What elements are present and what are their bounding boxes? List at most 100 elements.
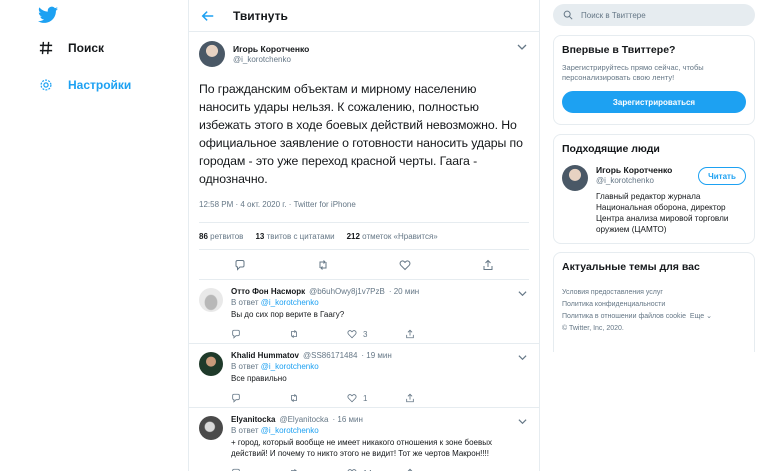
retweets-stat[interactable]: 86 ретвитов [199,232,243,241]
tweet-text: По гражданским объектам и мирному населе… [199,82,523,186]
search-icon [563,10,573,20]
reply-icon [232,329,240,339]
gear-icon [38,77,54,93]
left-nav: Поиск Настройки [0,0,188,471]
quotes-stat[interactable]: 13 твитов с цитатами [255,232,334,241]
signup-button[interactable]: Зарегистрироваться [562,91,746,113]
footer-links: Условия предоставления услуг Политика ко… [562,287,746,335]
reply-to-link[interactable]: @i_korotchenko [261,298,319,307]
reply-text: Все правильно [231,374,287,383]
trends-card: Актуальные темы для вас Условия предоста… [553,252,755,352]
avatar[interactable] [199,288,223,312]
quotes-count: 13 [255,231,265,241]
reply-prefix: В ответ [231,362,259,371]
likes-count: 212 [346,231,360,241]
tweet-stats: 86 ретвитов 13 твитов с цитатами 212 отм… [199,222,529,250]
nav-settings-label: Настройки [68,78,132,92]
reply-text: + город, который вообще не имеет никаког… [231,438,492,458]
footer-link-privacy[interactable]: Политика конфиденциальности [562,299,746,311]
reply-context: В ответ @i_korotchenko [231,361,529,372]
heart-icon [347,330,357,339]
tweet-timestamp[interactable]: 12:58 PM · 4 окт. 2020 г. [199,200,286,209]
follow-button[interactable]: Читать [698,167,746,185]
who-to-follow-title: Подходящие люди [562,143,660,155]
suggested-user[interactable]: Игорь Коротченко @i_korotchenko Главный … [562,165,746,235]
reply-context: В ответ @i_korotchenko [231,425,529,436]
tweet-meta: 12:58 PM · 4 окт. 2020 г. · Twitter for … [199,200,356,209]
like-button[interactable]: 1 [347,393,405,403]
retweet-icon[interactable] [317,259,329,271]
suggested-user-bio: Главный редактор журнала Национальная об… [596,192,729,234]
reply-author-name[interactable]: Отто Фон Насморк [231,286,305,297]
trends-title: Актуальные темы для вас [562,261,700,273]
reply-author-name[interactable]: Elyanitocka [231,414,275,425]
reply-tweet[interactable]: Elyanitocka @Elyanitocka · 16 мин В отве… [189,408,539,471]
share-icon[interactable] [482,259,494,271]
twitter-logo-icon[interactable] [38,6,58,24]
nav-settings[interactable]: Настройки [38,77,131,93]
share-icon [406,393,414,403]
author-handle[interactable]: @i_korotchenko [233,55,309,65]
reply-actions: 3 [231,324,529,344]
reply-button[interactable] [231,329,289,339]
chevron-down-icon[interactable] [518,417,527,426]
who-to-follow-card: Подходящие люди Игорь Коротченко @i_koro… [553,134,755,244]
likes-stat[interactable]: 212 отметок «Нравится» [347,232,438,241]
tweet-source[interactable]: Twitter for iPhone [294,200,356,209]
reply-icon [232,393,240,403]
reply-time[interactable]: · 19 мин [361,350,391,361]
nav-search[interactable]: Поиск [38,40,104,56]
retweet-button[interactable] [289,393,347,403]
retweet-icon [291,329,297,339]
main-tweet: Игорь Коротченко @i_korotchenko По гражд… [189,32,539,280]
heart-icon [347,394,357,403]
avatar[interactable] [199,416,223,440]
nav-search-label: Поиск [68,41,105,55]
chevron-down-icon[interactable] [518,289,527,298]
column-header: Твитнуть [189,0,539,32]
author-name[interactable]: Игорь Коротченко [233,44,309,55]
chevron-down-icon[interactable] [517,42,527,52]
quotes-label: твитов с цитатами [266,231,335,241]
reply-button[interactable] [231,393,289,403]
like-count: 3 [363,329,368,339]
reply-icon[interactable] [234,259,246,271]
share-button[interactable] [405,393,463,403]
reply-author-handle[interactable]: @Elyanitocka [279,414,328,425]
reply-tweet[interactable]: Отто Фон Насморк @b6uhOwy8j1v7PzB · 20 м… [189,280,539,344]
search-input[interactable]: Поиск в Твиттере [553,4,755,26]
reply-text: Вы до сих пор верите в Гаагу? [231,310,345,319]
share-button[interactable] [405,329,463,339]
avatar[interactable] [562,165,588,191]
reply-to-link[interactable]: @i_korotchenko [261,426,319,435]
back-arrow-icon[interactable] [201,9,215,23]
like-button[interactable]: 3 [347,329,405,339]
chevron-down-icon[interactable] [518,353,527,362]
reply-to-link[interactable]: @i_korotchenko [261,362,319,371]
like-count: 1 [363,393,368,403]
search-placeholder: Поиск в Твиттере [581,10,646,20]
heart-icon[interactable] [399,259,411,271]
likes-label: отметок «Нравится» [362,231,438,241]
retweet-icon [291,393,297,403]
chevron-down-icon: ⌄ [706,313,712,320]
reply-time[interactable]: · 16 мин [333,414,363,425]
footer-link-cookies[interactable]: Политика в отношении файлов cookie [562,313,686,320]
reply-tweet[interactable]: Khalid Hummatov @SS86171484 · 19 мин В о… [189,344,539,408]
reply-author-handle[interactable]: @b6uhOwy8j1v7PzB [309,286,385,297]
retweet-button[interactable] [289,329,347,339]
new-to-twitter-card: Впервые в Твиттере? Зарегистрируйтесь пр… [553,35,755,125]
reply-author-handle[interactable]: @SS86171484 [303,350,357,361]
avatar[interactable] [199,352,223,376]
new-to-twitter-text: Зарегистрируйтесь прямо сейчас, чтобы пе… [562,63,704,82]
tweet-author[interactable]: Игорь Коротченко @i_korotchenko [199,38,529,70]
reply-time[interactable]: · 20 мин [389,286,419,297]
tweet-actions [199,250,529,280]
reply-context: В ответ @i_korotchenko [231,297,529,308]
footer-more-link[interactable]: Еще [690,313,704,320]
footer-link-terms[interactable]: Условия предоставления услуг [562,287,746,299]
avatar[interactable] [199,41,225,67]
reply-author-name[interactable]: Khalid Hummatov [231,350,299,361]
retweets-count: 86 [199,231,208,241]
hashtag-icon [38,40,54,56]
